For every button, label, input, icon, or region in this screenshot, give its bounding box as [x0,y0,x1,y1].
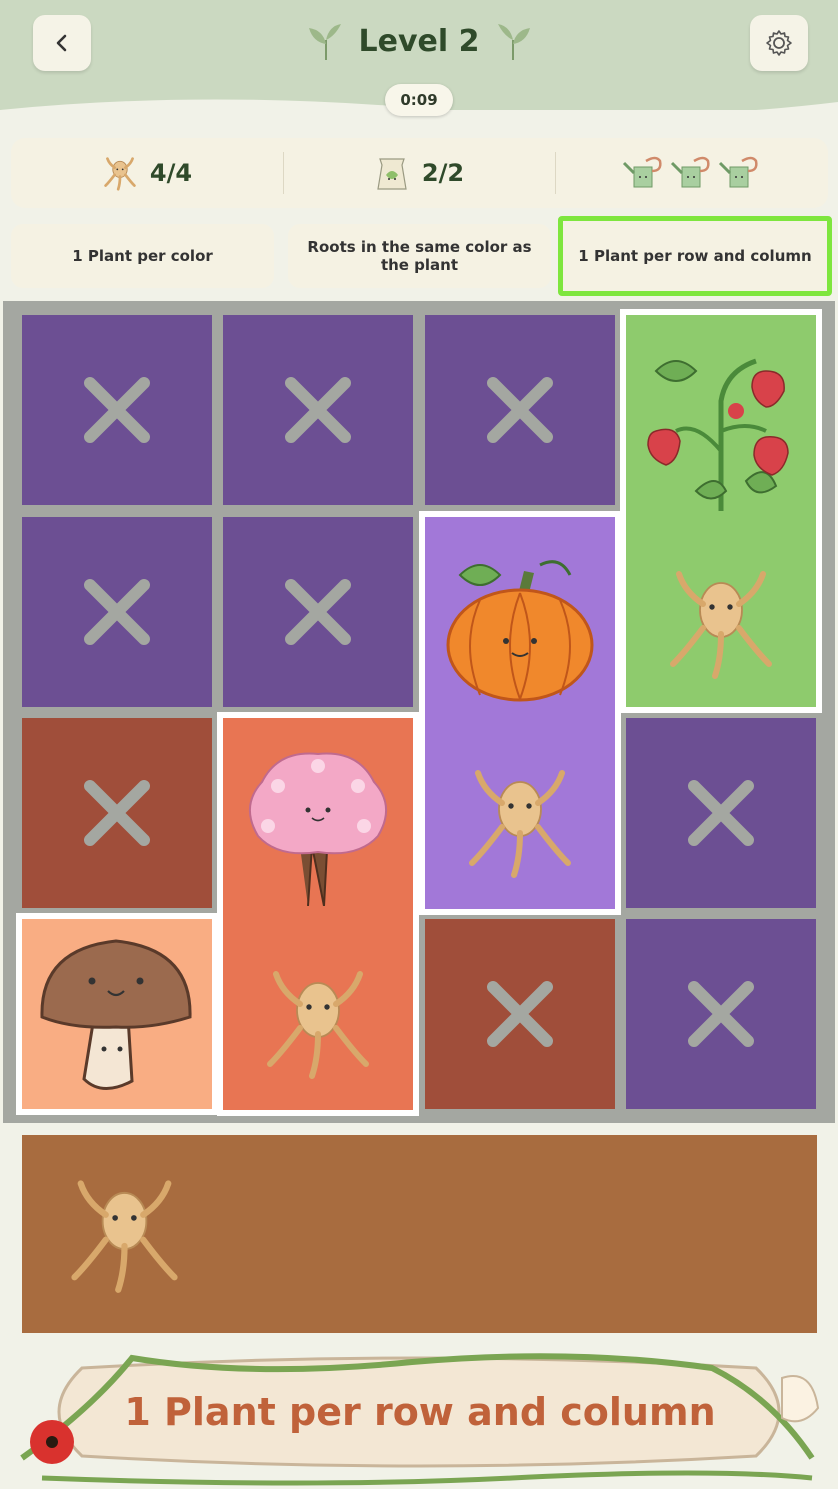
rule-tab-row-column[interactable]: 1 Plant per row and column [558,216,832,296]
board-cell[interactable] [425,315,615,505]
roots-stat: 4/4 [11,138,283,208]
cross-icon [285,579,351,645]
watering-can-icon [622,156,662,188]
cherry-blossom-tree-icon [249,752,387,906]
cross-icon [487,981,553,1047]
root-tray [22,1135,817,1333]
timer: 0:09 [385,84,453,116]
watering-can-icon [670,156,710,188]
board-cell-cherry-tree[interactable] [217,712,419,1116]
mushroom-icon [40,939,192,1090]
board-cell[interactable] [626,718,816,908]
cross-icon [84,579,150,645]
board-cell[interactable] [425,919,615,1109]
leaf-icon [498,24,530,60]
watering-cans-stat [555,138,828,208]
root-icon [469,770,571,878]
banner-text: 1 Plant per row and column [124,1390,716,1434]
cross-icon [487,377,553,443]
strawberry-plant-icon [647,358,789,511]
board-cell[interactable] [22,718,212,908]
stats-bar: 4/4 2/2 [11,138,828,208]
board-cell[interactable] [22,315,212,505]
board-cell[interactable] [22,517,212,707]
roots-count: 4/4 [149,159,193,187]
pumpkin-icon [446,560,594,702]
cross-icon [688,981,754,1047]
cross-icon [285,377,351,443]
board-cell-strawberry[interactable] [620,309,822,713]
board-cell[interactable] [223,315,413,505]
page-title: Level 2 [358,24,480,59]
root-icon [670,570,772,679]
watering-can-icon [718,156,758,188]
board-cell[interactable] [223,517,413,707]
root-icon[interactable] [62,1171,187,1296]
board-cell[interactable] [626,919,816,1109]
seeds-stat: 2/2 [283,138,555,208]
rule-tab-plant-per-color[interactable]: 1 Plant per color [11,224,274,288]
game-board [3,301,835,1123]
root-icon [267,971,369,1079]
rule-tab-roots-same-color[interactable]: Roots in the same color as the plant [288,224,551,288]
cross-icon [688,780,754,846]
root-icon [104,157,136,191]
seeds-count: 2/2 [421,159,465,187]
cross-icon [84,377,150,443]
board-cell-mushroom[interactable] [16,913,218,1115]
seed-bag-icon [377,158,407,190]
cross-icon [84,780,150,846]
board-cell-pumpkin[interactable] [419,511,621,915]
